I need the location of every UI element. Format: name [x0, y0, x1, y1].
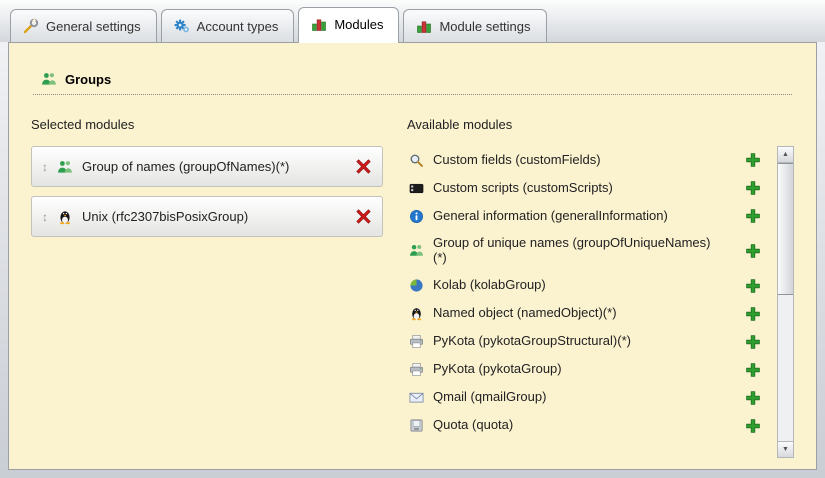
tab-general-settings[interactable]: General settings: [10, 9, 157, 43]
available-module-row: Group of unique names (groupOfUniqueName…: [407, 230, 777, 272]
tab-label: Modules: [334, 17, 383, 32]
available-module-row: Named object (namedObject)(*): [407, 300, 777, 328]
selected-module-label: Group of names (groupOfNames)(*): [82, 159, 346, 174]
available-module-row: General information (generalInformation): [407, 202, 777, 230]
scroll-up-button[interactable]: ▲: [778, 147, 793, 163]
available-module-label: General information (generalInformation): [433, 209, 715, 224]
printer-icon: [409, 334, 424, 349]
available-module-label: PyKota (pykotaGroup): [433, 362, 715, 377]
tab-account-types[interactable]: Account types: [161, 9, 295, 43]
section-heading: Groups: [33, 57, 792, 95]
available-module-row: Custom fields (customFields): [407, 146, 777, 174]
available-module-row: Custom scripts (customScripts): [407, 174, 777, 202]
available-module-label: Quota (quota): [433, 418, 715, 433]
group-icon: [57, 159, 73, 175]
add-module-button[interactable]: [745, 390, 761, 406]
arrow-up-icon: ▲: [782, 151, 789, 158]
tux-icon: [57, 209, 73, 225]
add-module-button[interactable]: [745, 180, 761, 196]
scrollbar-track[interactable]: [778, 295, 793, 441]
available-module-row: PyKota (pykotaGroupStructural)(*): [407, 328, 777, 356]
available-modules-scrollbar[interactable]: ▲ ▼: [777, 146, 794, 458]
available-modules-heading: Available modules: [407, 117, 794, 132]
add-module-button[interactable]: [745, 418, 761, 434]
available-module-label: PyKota (pykotaGroupStructural)(*): [433, 334, 715, 349]
tux-icon: [409, 306, 424, 321]
modules-columns: Selected modules ↕ Group of names (group…: [31, 111, 794, 458]
add-module-button[interactable]: [745, 306, 761, 322]
section-title: Groups: [65, 72, 111, 87]
add-module-button[interactable]: [745, 278, 761, 294]
available-module-row: Quota (quota): [407, 412, 777, 440]
remove-module-button[interactable]: [355, 158, 372, 175]
tab-label: Module settings: [439, 19, 530, 34]
content-panel: Groups Selected modules ↕ Group of names…: [8, 42, 817, 470]
arrow-down-icon: ▼: [782, 446, 789, 453]
magnifier-icon: [409, 153, 424, 168]
scrollbar-thumb[interactable]: [778, 163, 793, 295]
drag-handle-icon[interactable]: ↕: [42, 161, 48, 173]
tab-module-settings[interactable]: Module settings: [403, 9, 546, 43]
add-module-button[interactable]: [745, 362, 761, 378]
available-module-label: Kolab (kolabGroup): [433, 278, 715, 293]
modules-icon: [416, 18, 432, 34]
remove-module-button[interactable]: [355, 208, 372, 225]
drag-handle-icon[interactable]: ↕: [42, 211, 48, 223]
selected-modules-heading: Selected modules: [31, 117, 383, 132]
tools-icon: [23, 18, 39, 34]
mail-icon: [409, 390, 424, 405]
group-icon: [409, 243, 424, 258]
available-module-label: Custom scripts (customScripts): [433, 181, 715, 196]
available-modules-column: Available modules Custom fields (customF…: [407, 111, 794, 458]
kolab-icon: [409, 278, 424, 293]
tab-label: General settings: [46, 19, 141, 34]
add-module-button[interactable]: [745, 243, 761, 259]
selected-module-row: ↕ Group of names (groupOfNames)(*): [31, 146, 383, 187]
info-icon: [409, 209, 424, 224]
available-module-label: Custom fields (customFields): [433, 153, 715, 168]
available-modules-list: Custom fields (customFields) Custom scri…: [407, 146, 794, 458]
available-module-label: Named object (namedObject)(*): [433, 306, 715, 321]
available-module-row: Qmail (qmailGroup): [407, 384, 777, 412]
add-module-button[interactable]: [745, 152, 761, 168]
selected-modules-column: Selected modules ↕ Group of names (group…: [31, 111, 383, 458]
available-module-row: Kolab (kolabGroup): [407, 272, 777, 300]
selected-module-row: ↕ Unix (rfc2307bisPosixGroup): [31, 196, 383, 237]
add-module-button[interactable]: [745, 334, 761, 350]
disk-icon: [409, 418, 424, 433]
tab-label: Account types: [197, 19, 279, 34]
script-icon: [409, 181, 424, 196]
scroll-down-button[interactable]: ▼: [778, 441, 793, 457]
gears-icon: [174, 18, 190, 34]
available-module-label: Group of unique names (groupOfUniqueName…: [433, 236, 715, 266]
tab-modules[interactable]: Modules: [298, 7, 399, 43]
printer-icon: [409, 362, 424, 377]
group-icon: [41, 71, 57, 87]
available-module-label: Qmail (qmailGroup): [433, 390, 715, 405]
modules-icon: [311, 16, 327, 32]
available-module-row: PyKota (pykotaGroup): [407, 356, 777, 384]
tab-bar: General settings Account types Modules M…: [0, 0, 825, 42]
add-module-button[interactable]: [745, 208, 761, 224]
selected-module-label: Unix (rfc2307bisPosixGroup): [82, 209, 346, 224]
